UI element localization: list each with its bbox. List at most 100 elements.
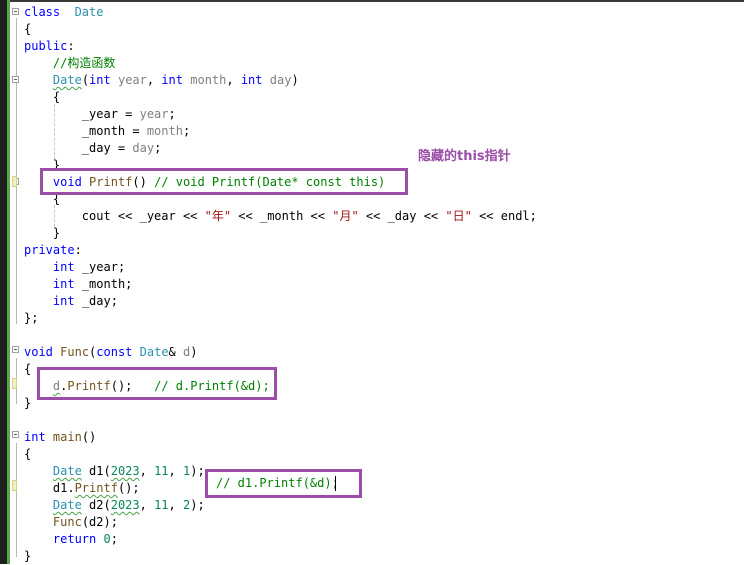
code-token: Date: [74, 5, 104, 19]
code-line-text: int main(): [24, 429, 96, 446]
code-token: month: [190, 73, 227, 87]
code-line-text: int _day;: [24, 293, 118, 310]
code-token: {: [24, 362, 32, 376]
code-line-text: }: [24, 225, 60, 242]
code-token: 2023: [110, 464, 140, 478]
code-token: main: [52, 430, 82, 444]
code-token: int: [240, 73, 263, 87]
code-token: _day;: [74, 294, 118, 308]
code-token: const: [96, 345, 133, 359]
code-token: "日": [445, 209, 472, 223]
code-token: ;: [110, 532, 118, 546]
printf-highlight-box: [40, 168, 408, 195]
code-line-text: Date(int year, int month, int day): [24, 72, 299, 89]
code-token: 11: [154, 464, 169, 478]
fold-class-icon[interactable]: [12, 8, 19, 15]
code-token: public: [24, 39, 68, 53]
code-token: << endl;: [471, 209, 537, 223]
code-token: ,: [168, 498, 183, 512]
change-marker-icon: [12, 176, 17, 187]
code-token: _year;: [74, 260, 126, 274]
code-token: }: [24, 226, 61, 240]
code-token: year: [117, 73, 147, 87]
code-token: d1(: [81, 464, 111, 478]
code-token: );: [190, 464, 205, 478]
code-line-text: }: [24, 395, 31, 412]
code-line-text: {: [24, 361, 31, 378]
code-token: year: [139, 107, 169, 121]
code-line-text: _day = day;: [24, 140, 162, 157]
code-line-text: d1.Printf();: [24, 480, 140, 497]
code-token: day: [132, 141, 155, 155]
code-token: d2(: [81, 498, 111, 512]
code-token: int: [52, 294, 75, 308]
code-token: 11: [154, 498, 169, 512]
func-call-highlight-box: [37, 367, 277, 400]
code-token: 0: [103, 532, 111, 546]
code-line-text: int _month;: [24, 276, 132, 293]
code-token: Date: [139, 345, 169, 359]
code-token: &: [168, 345, 183, 359]
code-token: return: [52, 532, 97, 546]
code-token: ,: [226, 73, 241, 87]
code-line-text: //构造函数: [24, 55, 115, 72]
code-token: };: [24, 311, 39, 325]
code-token: _year =: [24, 107, 140, 121]
code-line-text: private:: [24, 242, 82, 259]
code-token: << _month <<: [231, 209, 333, 223]
code-line-text: Date d1(2023, 11, 1);: [24, 463, 205, 480]
code-token: }: [24, 549, 32, 563]
code-token: Func: [52, 515, 82, 529]
code-token: (): [81, 430, 97, 444]
code-token: void: [24, 345, 53, 359]
code-line-text: {: [24, 89, 60, 106]
code-token: Printf: [74, 481, 118, 495]
text-cursor: [335, 476, 336, 491]
fold-main-icon[interactable]: [12, 431, 19, 438]
code-token: int: [161, 73, 184, 87]
code-token: 2023: [110, 498, 140, 512]
code-token: day: [269, 73, 292, 87]
code-token: (d2);: [81, 515, 118, 529]
code-line-text: Func(d2);: [24, 514, 118, 531]
code-line-text: Date d2(2023, 11, 2);: [24, 497, 205, 514]
code-token: int: [52, 260, 75, 274]
code-token: //构造函数: [24, 56, 116, 70]
code-token: ;: [154, 141, 162, 155]
code-line-text: void Func(const Date& d): [24, 344, 197, 361]
code-token: Date: [52, 464, 82, 478]
code-token: Func: [60, 345, 90, 359]
editor-left-margin: [0, 0, 7, 564]
code-editor[interactable]: class Date{public: //构造函数 Date(int year,…: [10, 2, 744, 564]
code-token: _day =: [24, 141, 133, 155]
code-token: Date: [52, 498, 82, 512]
code-line-text: int _year;: [24, 259, 125, 276]
code-token: ;: [182, 124, 191, 138]
fold-func-icon[interactable]: [12, 346, 19, 353]
change-marker-icon: [12, 480, 17, 491]
code-token: {: [24, 447, 32, 461]
code-token: int: [89, 73, 111, 87]
code-token: int: [52, 277, 75, 291]
code-token: ;: [168, 107, 176, 121]
code-token: << _day <<: [358, 209, 446, 223]
code-token: );: [190, 498, 205, 512]
code-token: {: [24, 22, 32, 36]
code-token: d1.: [24, 481, 75, 495]
code-token: "月": [332, 209, 359, 223]
fold-ctor-icon[interactable]: [12, 76, 19, 83]
code-token: {: [24, 90, 61, 104]
